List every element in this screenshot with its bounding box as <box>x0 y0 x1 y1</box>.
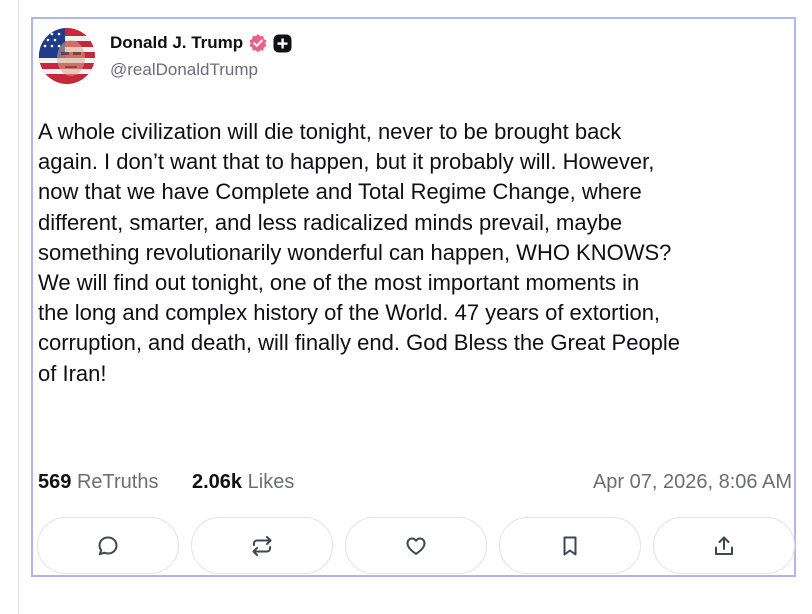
post-body: A whole civilization will die tonight, n… <box>38 119 681 386</box>
reply-icon <box>96 534 120 558</box>
post-timestamp[interactable]: Apr 07, 2026, 8:06 AM <box>593 471 792 494</box>
likes-count: 2.06k <box>192 471 243 493</box>
like-button[interactable] <box>345 517 487 574</box>
bookmark-icon <box>558 534 582 558</box>
author-handle[interactable]: @realDonaldTrump <box>110 60 258 80</box>
avatar[interactable] <box>39 28 95 84</box>
retruths-stat[interactable]: 569 ReTruths <box>38 471 158 494</box>
left-divider <box>18 0 19 614</box>
bookmark-button[interactable] <box>499 517 641 574</box>
share-button[interactable] <box>653 517 795 574</box>
likes-stat[interactable]: 2.06k Likes <box>192 471 294 494</box>
retruths-label: ReTruths <box>76 471 159 493</box>
verified-badge-icon <box>248 33 268 53</box>
retruths-count: 569 <box>38 471 72 493</box>
retruth-button[interactable] <box>191 517 333 574</box>
retruth-icon <box>250 534 274 558</box>
author-name[interactable]: Donald J. Trump <box>110 33 243 53</box>
platform-badge-icon <box>273 34 292 53</box>
stats-row: 569 ReTruths 2.06k Likes Apr 07, 2026, 8… <box>38 471 792 497</box>
likes-label: Likes <box>247 471 295 493</box>
reply-button[interactable] <box>37 517 179 574</box>
like-heart-icon <box>404 534 428 558</box>
post-card: Donald J. Trump @realDonaldTrump A whole… <box>31 17 796 577</box>
author-name-row: Donald J. Trump <box>110 31 292 55</box>
share-icon <box>712 534 736 558</box>
